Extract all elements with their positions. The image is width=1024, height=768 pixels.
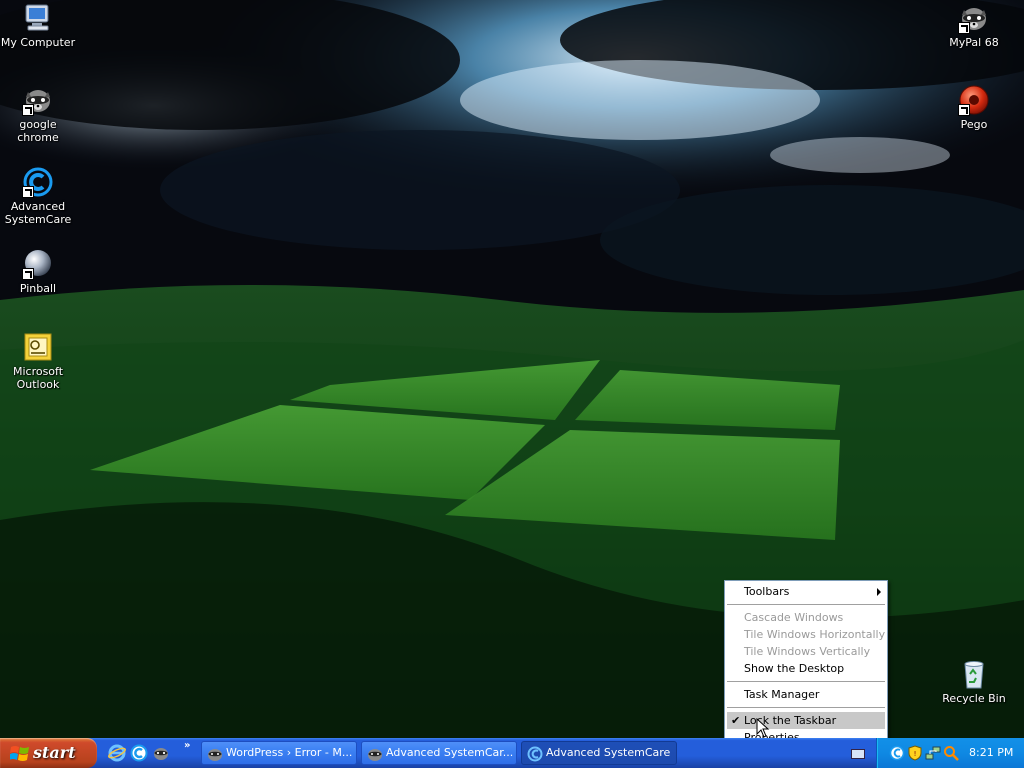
menu-item-label: Show the Desktop — [744, 662, 845, 675]
menu-item-toolbars[interactable]: Toolbars — [725, 583, 887, 600]
checkmark-icon: ✔ — [731, 714, 741, 727]
desktop-icon-label: Pego — [960, 118, 988, 131]
task-button-label: WordPress › Error - M... — [226, 746, 353, 759]
task-button-systemcare-browser[interactable]: Advanced SystemCar... — [361, 741, 517, 765]
submenu-arrow-icon — [877, 588, 881, 596]
desktop-icon-label: Recycle Bin — [942, 692, 1006, 705]
taskbar[interactable]: start » WordPress › Error - M... Advance… — [0, 738, 1024, 768]
desktop-icon-mypal[interactable]: MyPal 68 — [936, 2, 1012, 49]
systemcare-icon — [22, 166, 54, 198]
pego-icon — [958, 84, 990, 116]
raccoon-icon — [208, 749, 222, 761]
desktop-icon-label: MyPal 68 — [949, 36, 999, 49]
my-computer-icon — [22, 2, 54, 34]
systemcare-icon — [527, 746, 543, 762]
shortcut-arrow-icon — [958, 22, 970, 34]
desktop-icon-label: My Computer — [0, 36, 76, 49]
network-icon[interactable] — [925, 745, 941, 761]
keyboard-language-icon[interactable] — [851, 749, 865, 759]
desktop-icon-label: Pinball — [19, 282, 57, 295]
outlook-icon — [22, 331, 54, 363]
shortcut-arrow-icon — [958, 104, 970, 116]
menu-item-lock-taskbar[interactable]: ✔ Lock the Taskbar — [727, 712, 885, 729]
svg-text:!: ! — [914, 750, 917, 758]
raccoon-icon — [22, 84, 54, 116]
search-icon[interactable] — [943, 745, 959, 761]
desktop-icon-pego[interactable]: Pego — [936, 84, 1012, 131]
menu-item-task-manager[interactable]: Task Manager — [725, 686, 887, 703]
windows-logo-icon — [10, 746, 29, 761]
system-tray: ! 8:21 PM — [876, 738, 1024, 768]
desktop-icon-label: Microsoft Outlook — [12, 365, 64, 391]
menu-item-label: Tile Windows Vertically — [744, 645, 871, 658]
menu-item-label: Tile Windows Horizontally — [744, 628, 886, 641]
desktop-icon-my-computer[interactable]: My Computer — [0, 2, 76, 49]
menu-separator — [727, 707, 885, 708]
task-button-systemcare[interactable]: Advanced SystemCare — [521, 741, 677, 765]
menu-item-label: Task Manager — [744, 688, 820, 701]
raccoon-icon — [368, 749, 382, 761]
menu-item-tile-vertically: Tile Windows Vertically — [725, 643, 887, 660]
raccoon-icon[interactable] — [152, 744, 170, 762]
desktop-icon-label: Advanced SystemCare — [4, 200, 72, 226]
desktop-icon-label: google chrome — [17, 118, 59, 144]
menu-item-cascade-windows: Cascade Windows — [725, 609, 887, 626]
menu-item-label: Cascade Windows — [744, 611, 844, 624]
mouse-cursor-icon — [756, 718, 770, 738]
start-label: start — [33, 743, 76, 762]
menu-item-show-desktop[interactable]: Show the Desktop — [725, 660, 887, 677]
task-button-wordpress[interactable]: WordPress › Error - M... — [201, 741, 357, 765]
desktop-icon-pinball[interactable]: Pinball — [0, 248, 76, 295]
internet-explorer-icon[interactable] — [108, 744, 126, 762]
shortcut-arrow-icon — [22, 268, 34, 280]
desktop-icon-recycle-bin[interactable]: Recycle Bin — [936, 658, 1012, 705]
menu-item-tile-horizontally: Tile Windows Horizontally — [725, 626, 887, 643]
pinball-icon — [22, 248, 54, 280]
desktop-icon-microsoft-outlook[interactable]: Microsoft Outlook — [0, 331, 76, 391]
raccoon-icon — [958, 2, 990, 34]
start-button[interactable]: start — [0, 738, 97, 768]
task-button-label: Advanced SystemCare — [546, 746, 671, 759]
menu-separator — [727, 604, 885, 605]
taskbar-context-menu: Toolbars Cascade Windows Tile Windows Ho… — [724, 580, 888, 748]
system-clock[interactable]: 8:21 PM — [969, 746, 1013, 759]
menu-item-label: Toolbars — [744, 585, 790, 598]
quick-launch-bar: » — [104, 738, 194, 768]
desktop-icon-google-chrome[interactable]: google chrome — [0, 84, 76, 144]
menu-separator — [727, 681, 885, 682]
security-shield-icon[interactable]: ! — [907, 745, 923, 761]
quick-launch-more-button[interactable]: » — [184, 740, 190, 751]
systemcare-tray-icon[interactable] — [889, 745, 905, 761]
recycle-bin-icon — [958, 658, 990, 690]
systemcare-icon[interactable] — [130, 744, 148, 762]
desktop-icon-advanced-systemcare[interactable]: Advanced SystemCare — [0, 166, 76, 226]
shortcut-arrow-icon — [22, 104, 34, 116]
shortcut-arrow-icon — [22, 186, 34, 198]
task-button-label: Advanced SystemCar... — [386, 746, 514, 759]
